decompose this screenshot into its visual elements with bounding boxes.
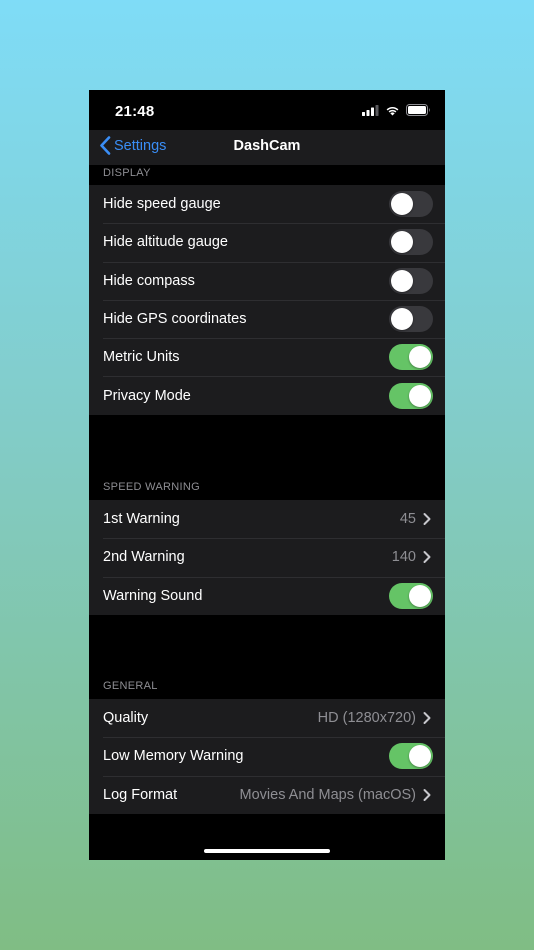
row-label: 1st Warning <box>103 511 180 528</box>
row-label: Metric Units <box>103 349 180 366</box>
row-label: Privacy Mode <box>103 387 191 404</box>
row-label: Log Format <box>103 786 178 803</box>
hide-gps-coordinates-toggle[interactable] <box>389 306 433 333</box>
cellular-signal-icon <box>362 104 379 116</box>
navigation-bar: Settings DashCam <box>89 130 445 165</box>
settings-row-hide-gps-coordinates: Hide GPS coordinates <box>89 299 445 338</box>
section-header-display: DISPLAY <box>103 167 151 179</box>
settings-row-hide-speed-gauge: Hide speed gauge <box>89 185 445 223</box>
wifi-icon <box>386 106 399 115</box>
chevron-right-icon <box>423 788 431 801</box>
home-indicator[interactable] <box>204 849 330 853</box>
hide-compass-toggle[interactable] <box>389 267 433 294</box>
hide-speed-gauge-toggle[interactable] <box>389 191 433 218</box>
back-button-label: Settings <box>114 137 167 154</box>
status-time: 21:48 <box>115 103 155 120</box>
row-label: 2nd Warning <box>103 549 185 566</box>
row-value: Movies And Maps (macOS) <box>239 786 416 803</box>
row-label: Low Memory Warning <box>103 748 244 765</box>
speed-warning-settings-group: 1st Warning 45 2nd Warning 140 Warning S… <box>89 500 445 615</box>
general-settings-group: Quality HD (1280x720) Low Memory Warning… <box>89 699 445 814</box>
battery-icon <box>406 104 430 116</box>
chevron-right-icon <box>423 551 431 564</box>
hide-altitude-gauge-toggle[interactable] <box>389 229 433 256</box>
settings-row-low-memory-warning: Low Memory Warning <box>89 737 445 775</box>
section-header-speed-warning: SPEED WARNING <box>103 481 201 493</box>
row-label: Hide speed gauge <box>103 196 221 213</box>
chevron-right-icon <box>423 712 431 725</box>
row-label: Warning Sound <box>103 587 203 604</box>
row-value: HD (1280x720) <box>317 710 416 727</box>
display-settings-group: Hide speed gauge Hide altitude gauge Hid… <box>89 185 445 415</box>
privacy-mode-toggle[interactable] <box>389 382 433 409</box>
row-label: Hide GPS coordinates <box>103 311 247 328</box>
settings-row-quality[interactable]: Quality HD (1280x720) <box>89 699 445 737</box>
chevron-left-icon <box>100 136 111 155</box>
settings-row-hide-altitude-gauge: Hide altitude gauge <box>89 223 445 261</box>
settings-row-hide-compass: Hide compass <box>89 261 445 300</box>
status-icons <box>362 104 431 116</box>
metric-units-toggle[interactable] <box>389 344 433 371</box>
row-value: 45 <box>399 511 416 528</box>
warning-sound-toggle[interactable] <box>389 582 433 609</box>
settings-row-metric-units: Metric Units <box>89 338 445 376</box>
row-label: Quality <box>103 710 149 727</box>
settings-row-1st-warning[interactable]: 1st Warning 45 <box>89 500 445 538</box>
status-bar: 21:48 <box>89 90 445 130</box>
back-button[interactable]: Settings <box>99 136 166 155</box>
low-memory-warning-toggle[interactable] <box>389 743 433 770</box>
settings-row-log-format[interactable]: Log Format Movies And Maps (macOS) <box>89 775 445 814</box>
row-label: Hide altitude gauge <box>103 234 228 251</box>
settings-row-privacy-mode: Privacy Mode <box>89 376 445 414</box>
settings-row-2nd-warning[interactable]: 2nd Warning 140 <box>89 538 445 576</box>
row-label: Hide compass <box>103 272 195 289</box>
settings-row-warning-sound: Warning Sound <box>89 576 445 615</box>
chevron-right-icon <box>423 513 431 526</box>
row-value: 140 <box>391 549 416 566</box>
section-header-general: GENERAL <box>103 680 158 692</box>
phone-screen: 21:48 Settings DashCam DISPLAY Hide spee… <box>89 90 445 860</box>
